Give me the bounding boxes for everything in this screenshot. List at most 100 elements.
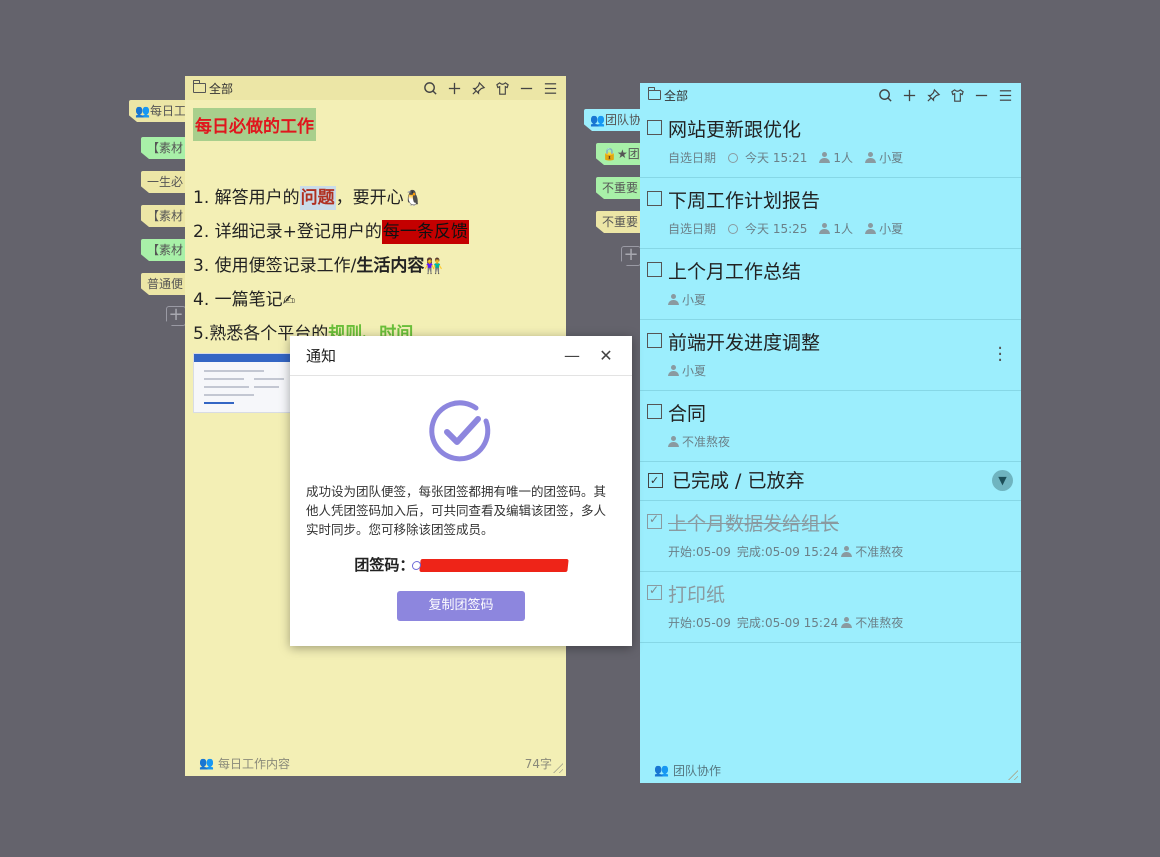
tab-not-important-2[interactable]: 不重要 — [596, 211, 642, 233]
folder-label[interactable]: 全部 — [664, 87, 688, 104]
person-icon — [668, 436, 679, 447]
task-item[interactable]: 上个月工作总结 小夏 — [640, 249, 1021, 320]
copy-code-button[interactable]: 复制团签码 — [397, 591, 525, 621]
person-icon — [819, 223, 831, 234]
task-title: 上个月工作总结 — [668, 261, 802, 283]
add-note-button-right[interactable]: + — [621, 246, 641, 266]
alarm-icon — [728, 152, 739, 163]
tab-daily-work[interactable]: 👥每日工… — [129, 100, 187, 122]
people-icon: 👥 — [654, 763, 669, 777]
folder-icon[interactable] — [648, 87, 661, 100]
people-icon: 👥 — [199, 756, 214, 770]
task-title: 合同 — [668, 403, 707, 425]
tab-normal-note[interactable]: 普通便 — [141, 273, 187, 295]
search-icon[interactable] — [877, 87, 893, 103]
task-meta: 自选日期 今天 15:25 1人 小夏 — [668, 222, 904, 236]
chevron-down-icon[interactable]: ▼ — [992, 470, 1013, 491]
menu-icon[interactable] — [542, 80, 558, 96]
minimize-icon[interactable]: — — [562, 346, 582, 365]
person-icon — [865, 223, 877, 234]
task-checkbox-checked[interactable] — [647, 512, 662, 529]
tab-material-3[interactable]: 【素材 — [141, 239, 187, 261]
done-task-item[interactable]: 打印纸 开始:05-09 完成:05-09 15:24 不准熬夜 — [640, 572, 1021, 643]
task-checkbox-checked[interactable] — [647, 583, 662, 600]
task-title: 网站更新跟优化 — [668, 119, 802, 141]
tab-not-important-1[interactable]: 不重要 — [596, 177, 642, 199]
tab-team-collab[interactable]: 👥团队协… — [584, 109, 642, 131]
person-icon — [841, 546, 853, 557]
tab-lifetime[interactable]: 一生必 — [141, 171, 187, 193]
task-item[interactable]: 网站更新跟优化 自选日期 今天 15:21 1人 小夏 — [640, 107, 1021, 178]
team-code-row: 团签码： — [290, 554, 632, 575]
note-line-4: 4. 一篇笔记✍ — [193, 290, 296, 310]
dialog-header: 通知 — ✕ — [290, 336, 632, 376]
add-icon[interactable] — [446, 80, 462, 96]
people-icon: 👥 — [135, 104, 150, 118]
note-toolbar: 全部 — [185, 76, 566, 100]
note-line-3: 3. 使用便签记录工作/生活内容👫 — [193, 256, 444, 276]
note-footer: 👥 每日工作内容 74字 — [185, 750, 566, 776]
redacted-team-code — [418, 559, 569, 572]
lock-icon: 🔒 — [602, 147, 617, 161]
notification-dialog: 通知 — ✕ 成功设为团队便签，每张团签都拥有唯一的团签码。其他人凭团签码加入后… — [290, 336, 632, 646]
dialog-title: 通知 — [306, 347, 337, 365]
pin-icon[interactable] — [925, 87, 941, 103]
more-options-icon[interactable]: · · · — [997, 340, 1003, 370]
task-checkbox[interactable] — [647, 262, 662, 277]
couple-emoji-icon: 👫 — [424, 257, 444, 275]
task-meta: 开始:05-09 完成:05-09 15:24 不准熬夜 — [668, 616, 904, 630]
screenshot-thumbnail[interactable] — [193, 353, 293, 413]
pin-icon[interactable] — [470, 80, 486, 96]
folder-icon[interactable] — [193, 80, 206, 93]
note-toolbar: 全部 — [640, 83, 1021, 107]
task-meta: 自选日期 今天 15:21 1人 小夏 — [668, 151, 904, 165]
task-checkbox[interactable] — [647, 404, 662, 419]
task-checkbox[interactable] — [647, 120, 662, 135]
search-icon[interactable] — [422, 80, 438, 96]
folder-label[interactable]: 全部 — [209, 80, 233, 97]
task-item[interactable]: 前端开发进度调整 小夏 · · · — [640, 320, 1021, 391]
note-title: 每日必做的工作 — [193, 108, 316, 141]
minimize-icon[interactable] — [518, 80, 534, 96]
task-title: 打印纸 — [668, 584, 726, 606]
menu-icon[interactable] — [997, 87, 1013, 103]
task-meta: 小夏 — [668, 362, 1021, 379]
add-icon[interactable] — [901, 87, 917, 103]
close-icon[interactable]: ✕ — [596, 346, 616, 365]
footer-label[interactable]: 团队协作 — [673, 762, 721, 779]
people-icon: 👥 — [590, 113, 605, 127]
checked-box-icon — [648, 462, 663, 500]
tab-material-2[interactable]: 【素材 — [141, 205, 187, 227]
task-meta: 开始:05-09 完成:05-09 15:24 不准熬夜 — [668, 545, 904, 559]
tab-star-team[interactable]: 🔒★团 — [596, 143, 642, 165]
pencil-emoji-icon: ✍ — [282, 291, 296, 309]
person-icon — [841, 617, 853, 628]
person-icon — [668, 365, 679, 376]
task-checkbox[interactable] — [647, 191, 662, 206]
skin-icon[interactable] — [494, 80, 510, 96]
dialog-message: 成功设为团队便签，每张团签都拥有唯一的团签码。其他人凭团签码加入后，可共同查看及… — [306, 484, 607, 537]
note-line-1: 1. 解答用户的问题，要开心🐧 — [193, 186, 423, 210]
task-checkbox[interactable] — [647, 333, 662, 348]
skin-icon[interactable] — [949, 87, 965, 103]
task-title: 上个月数据发给组长 — [668, 513, 840, 535]
person-icon — [819, 152, 831, 163]
team-code-label: 团签码： — [354, 556, 415, 574]
tab-material-1[interactable]: 【素材 — [141, 137, 187, 159]
success-check-icon — [429, 400, 491, 462]
done-task-item[interactable]: 上个月数据发给组长 开始:05-09 完成:05-09 15:24 不准熬夜 — [640, 501, 1021, 572]
add-note-button-left[interactable]: + — [166, 306, 186, 326]
task-title: 前端开发进度调整 — [668, 332, 821, 354]
task-item[interactable]: 合同 不准熬夜 — [640, 391, 1021, 462]
task-meta: 不准熬夜 — [668, 433, 1021, 450]
footer-label[interactable]: 每日工作内容 — [218, 755, 290, 772]
person-icon — [865, 152, 877, 163]
completed-section-header[interactable]: 已完成 / 已放弃 ▼ — [640, 462, 1021, 501]
note-footer: 👥 团队协作 — [640, 757, 1021, 783]
team-todo-note: 全部 网站更新跟优化 自选日期 今天 15:21 1人 小夏 下周工作计划报告 … — [640, 83, 1021, 783]
task-item[interactable]: 下周工作计划报告 自选日期 今天 15:25 1人 小夏 — [640, 178, 1021, 249]
minimize-icon[interactable] — [973, 87, 989, 103]
word-count: 74字 — [524, 756, 552, 771]
task-meta: 小夏 — [668, 291, 1021, 308]
penguin-emoji-icon: 🐧 — [403, 189, 423, 207]
